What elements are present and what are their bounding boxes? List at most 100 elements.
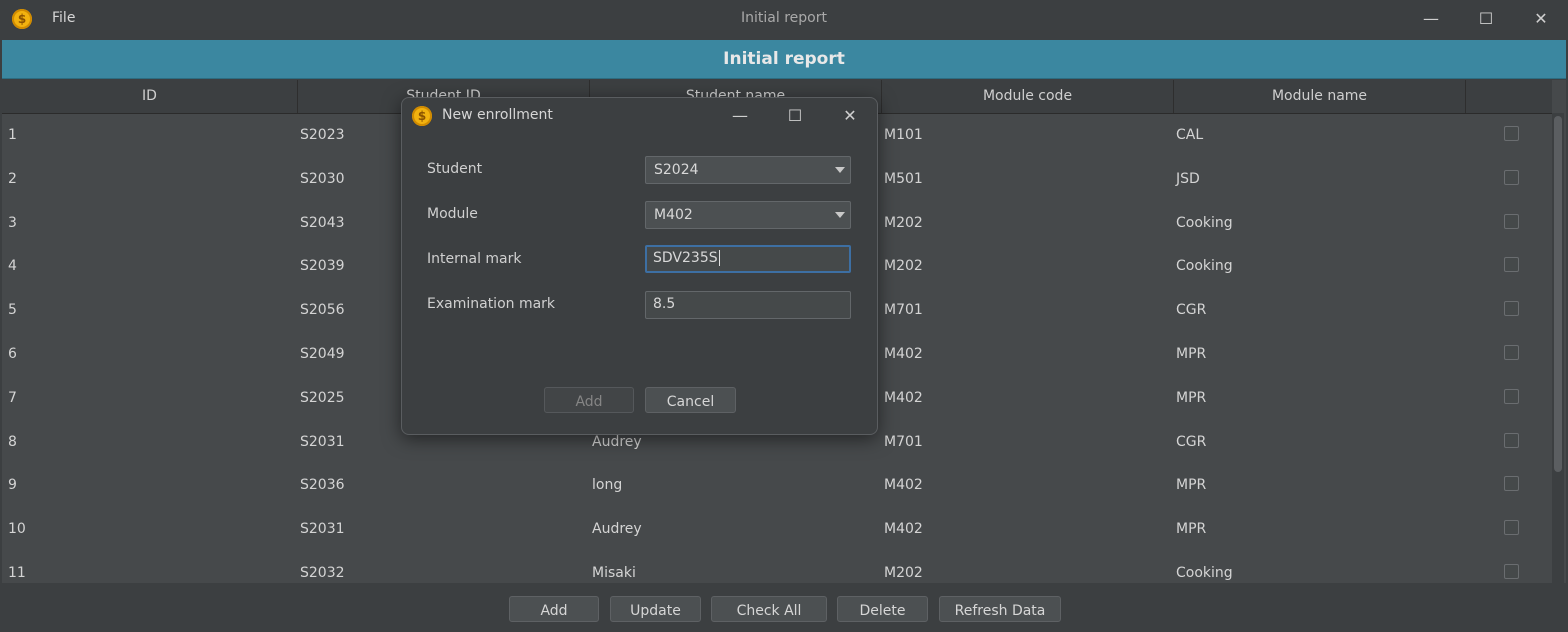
cell-student-id: S2031 xyxy=(300,433,345,450)
minimize-icon[interactable]: — xyxy=(1417,6,1445,32)
scroll-thumb[interactable] xyxy=(1554,116,1562,472)
table-row[interactable]: 10 S2031 Audrey M402 MPR xyxy=(2,507,1552,551)
cell-student-id: S2049 xyxy=(300,346,345,362)
row-select-checkbox[interactable] xyxy=(1504,345,1519,360)
cell-student-id: S2039 xyxy=(300,258,345,275)
update-button[interactable]: Update xyxy=(610,596,701,622)
cell-module-name: Cooking xyxy=(1176,214,1233,231)
row-select-checkbox[interactable] xyxy=(1504,126,1519,141)
student-label: Student xyxy=(427,161,483,177)
cell-id: 1 xyxy=(8,127,17,143)
coin-icon: $ xyxy=(412,106,432,126)
cell-module-code: M402 xyxy=(884,521,923,538)
row-select-checkbox[interactable] xyxy=(1504,213,1519,229)
add-button[interactable]: Add xyxy=(509,596,599,622)
module-label: Module xyxy=(427,206,478,222)
report-header: Initial report xyxy=(2,40,1566,79)
action-bar: Add Update Check All Delete Refresh Data xyxy=(0,585,1568,632)
row-select-checkbox[interactable] xyxy=(1504,520,1519,536)
cell-module-name: MPR xyxy=(1176,389,1207,406)
dialog-cancel-button[interactable]: Cancel xyxy=(645,387,736,413)
minimize-icon[interactable]: — xyxy=(726,103,754,129)
row-select-checkbox[interactable] xyxy=(1504,432,1519,448)
cell-id: 9 xyxy=(8,477,17,494)
window-title: Initial report xyxy=(741,10,827,26)
examination-mark-field[interactable]: 8.5 xyxy=(645,291,851,319)
examination-mark-value: 8.5 xyxy=(653,296,676,312)
row-select-checkbox[interactable] xyxy=(1504,564,1519,579)
cell-student-name: Misaki xyxy=(592,565,636,581)
new-enrollment-dialog: $ New enrollment — ☐ ✕ Student S2024 Mod… xyxy=(401,97,878,435)
close-icon[interactable]: ✕ xyxy=(836,103,864,129)
cell-module-code: M402 xyxy=(884,389,923,406)
cell-module-name: Cooking xyxy=(1176,565,1233,581)
chevron-down-icon xyxy=(835,167,845,173)
text-caret xyxy=(718,250,720,266)
row-select-checkbox[interactable] xyxy=(1504,301,1519,317)
cell-module-name: MPR xyxy=(1176,346,1207,362)
row-select-checkbox[interactable] xyxy=(1504,388,1519,404)
cell-student-id: S2032 xyxy=(300,565,345,581)
check-all-button[interactable]: Check All xyxy=(711,596,827,622)
cell-id: 3 xyxy=(8,214,17,231)
cell-id: 4 xyxy=(8,258,17,275)
cell-module-name: CGR xyxy=(1176,433,1207,450)
column-header-module-name[interactable]: Module name xyxy=(1174,80,1466,113)
cell-student-id: S2025 xyxy=(300,389,345,406)
module-select[interactable]: M402 xyxy=(645,201,851,229)
cell-id: 5 xyxy=(8,302,17,319)
column-header-module-code[interactable]: Module code xyxy=(882,80,1174,113)
cell-module-name: MPR xyxy=(1176,521,1207,538)
cell-student-id: S2031 xyxy=(300,521,345,538)
cell-student-id: S2043 xyxy=(300,214,345,231)
cell-id: 8 xyxy=(8,433,17,450)
cell-module-code: M701 xyxy=(884,302,923,319)
examination-mark-label: Examination mark xyxy=(427,296,556,312)
dialog-title: New enrollment xyxy=(442,107,553,123)
title-bar: $ File Initial report — ☐ ✕ xyxy=(0,0,1568,40)
refresh-data-button[interactable]: Refresh Data xyxy=(939,596,1061,622)
cell-student-name: long xyxy=(592,477,623,494)
cell-id: 10 xyxy=(8,521,26,538)
cell-module-name: JSD xyxy=(1176,170,1200,187)
dialog-add-button[interactable]: Add xyxy=(544,387,634,413)
maximize-icon[interactable]: ☐ xyxy=(781,103,809,129)
cell-student-id: S2030 xyxy=(300,170,345,187)
cell-module-code: M202 xyxy=(884,258,923,275)
internal-mark-label: Internal mark xyxy=(427,251,522,267)
cell-id: 6 xyxy=(8,346,17,362)
delete-button[interactable]: Delete xyxy=(837,596,928,622)
cell-student-id: S2023 xyxy=(300,127,345,143)
cell-module-code: M202 xyxy=(884,565,923,581)
student-select-value: S2024 xyxy=(654,162,699,178)
cell-id: 2 xyxy=(8,170,17,187)
cell-module-code: M402 xyxy=(884,477,923,494)
maximize-icon[interactable]: ☐ xyxy=(1472,6,1500,32)
cell-student-id: S2056 xyxy=(300,302,345,319)
row-select-checkbox[interactable] xyxy=(1504,257,1519,273)
cell-module-code: M202 xyxy=(884,214,923,231)
cell-module-name: Cooking xyxy=(1176,258,1233,275)
internal-mark-value: SDV235S xyxy=(653,250,718,266)
cell-module-code: M101 xyxy=(884,127,923,143)
cell-id: 11 xyxy=(8,565,26,581)
row-select-checkbox[interactable] xyxy=(1504,169,1519,185)
column-header-select[interactable] xyxy=(1466,80,1552,113)
report-title: Initial report xyxy=(723,49,845,69)
table-row[interactable]: 9 S2036 long M402 MPR xyxy=(2,463,1552,507)
close-icon[interactable]: ✕ xyxy=(1527,6,1555,32)
cell-module-code: M501 xyxy=(884,170,923,187)
cell-module-name: MPR xyxy=(1176,477,1207,494)
vertical-scrollbar[interactable] xyxy=(1552,113,1564,583)
module-select-value: M402 xyxy=(654,207,693,223)
student-select[interactable]: S2024 xyxy=(645,156,851,184)
cell-module-name: CGR xyxy=(1176,302,1207,319)
cell-module-code: M402 xyxy=(884,346,923,362)
row-select-checkbox[interactable] xyxy=(1504,476,1519,492)
cell-student-id: S2036 xyxy=(300,477,345,494)
cell-module-name: CAL xyxy=(1176,127,1204,143)
chevron-down-icon xyxy=(835,212,845,218)
internal-mark-field[interactable]: SDV235S xyxy=(645,245,851,273)
table-row[interactable]: 11 S2032 Misaki M202 Cooking xyxy=(2,551,1552,583)
column-header-id[interactable]: ID xyxy=(2,80,298,113)
